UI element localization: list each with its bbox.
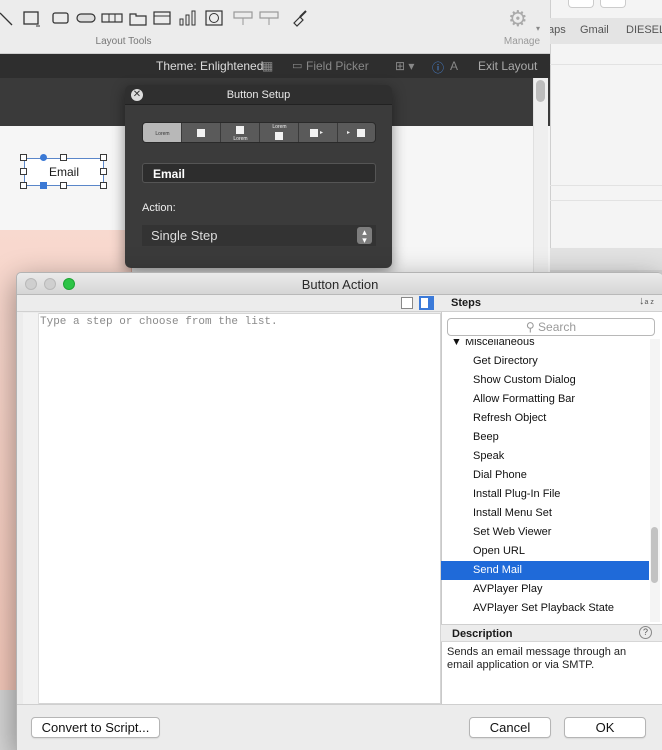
list-item[interactable]: Install Menu Set (441, 504, 649, 523)
resize-handle[interactable] (60, 182, 67, 189)
field-picker-label[interactable]: Field Picker (306, 59, 369, 73)
gear-icon[interactable]: ⚙ (508, 8, 534, 30)
list-item-selected[interactable]: Send Mail (441, 561, 649, 580)
manage-dropdown-arrow-icon[interactable]: ▾ (536, 24, 540, 33)
popover-button-tool-icon[interactable] (232, 9, 254, 27)
manage-label[interactable]: Manage (497, 36, 547, 47)
cancel-button[interactable]: Cancel (469, 717, 551, 738)
list-item[interactable]: Speak (441, 447, 649, 466)
resize-handle[interactable] (100, 182, 107, 189)
description-text: Sends an email message through an email … (447, 646, 627, 671)
field-picker-icon[interactable]: ▭ (292, 59, 302, 72)
segment-icon-left[interactable]: ▸ (299, 123, 338, 142)
resize-handle[interactable] (60, 154, 67, 161)
resize-handle[interactable] (20, 182, 27, 189)
browser-footer (550, 248, 662, 270)
list-item[interactable]: Allow Formatting Bar (441, 390, 649, 409)
convert-to-script-button[interactable]: Convert to Script... (31, 717, 160, 738)
list-item[interactable]: Dial Phone (441, 466, 649, 485)
list-item[interactable]: Open URL (441, 542, 649, 561)
rectangle-tool-icon[interactable] (22, 9, 40, 27)
disclosure-triangle-icon[interactable]: ▼ (451, 339, 462, 348)
list-item[interactable]: Install Plug-In File (441, 485, 649, 504)
browser-divider (550, 64, 662, 65)
resize-handle[interactable] (20, 168, 27, 175)
close-icon[interactable]: ✕ (131, 89, 143, 101)
steps-list[interactable]: ▼ Miscellaneous Get Directory Show Custo… (441, 339, 649, 622)
segment-icon-top-label[interactable]: Lorem (221, 123, 260, 142)
browser-top-buttons (568, 0, 638, 10)
chevron-up-down-icon[interactable]: ▴ ▾ (357, 227, 372, 245)
label-icon-position-control[interactable]: Lorem Lorem Lorem ▸ ▸ (142, 122, 376, 143)
help-icon[interactable]: ? (639, 626, 652, 639)
list-item[interactable]: Show Custom Dialog (441, 371, 649, 390)
search-placeholder: Search (538, 320, 577, 334)
resize-handle[interactable] (100, 168, 107, 175)
category-label: Miscellaneous (464, 339, 535, 348)
button-setup-title: Button Setup (226, 89, 291, 101)
steps-scrollbar-thumb[interactable] (651, 527, 658, 583)
font-size-icon[interactable]: A (450, 59, 458, 73)
steps-title: Steps (451, 297, 481, 309)
browser-tab[interactable]: DIESEL (626, 24, 662, 36)
rounded-rectangle-tool-icon[interactable] (51, 9, 71, 27)
button-name-field[interactable]: Email (142, 163, 376, 183)
portal-tool-icon[interactable] (258, 9, 280, 27)
browser-tab[interactable]: aps (548, 24, 566, 36)
list-item[interactable]: Get Directory (441, 352, 649, 371)
layout-tools-label: Layout Tools (95, 36, 152, 47)
button-bar-tool-icon[interactable] (101, 9, 123, 27)
action-select[interactable]: Single Step (142, 225, 376, 246)
description-title: Description (452, 628, 513, 640)
browser-divider (550, 200, 662, 201)
steps-search-input[interactable]: ⚲ Search (447, 318, 655, 336)
sort-icon[interactable]: ↓a z (639, 295, 654, 307)
canvas-scrollbar-thumb[interactable] (536, 80, 545, 102)
layout-status-bar: Theme: Enlightened ▦ ▭ Field Picker ⊞ ▾ … (0, 54, 550, 78)
ok-button[interactable]: OK (564, 717, 646, 738)
browser-tab[interactable]: Gmail (580, 24, 609, 36)
script-toolstrip (17, 295, 441, 312)
list-item[interactable]: Refresh Object (441, 409, 649, 428)
browser-divider (550, 185, 662, 186)
segment-icon-only[interactable] (182, 123, 221, 142)
exit-layout-button[interactable]: Exit Layout (478, 59, 537, 73)
info-icon[interactable]: ⓘ (432, 59, 444, 76)
show-steps-panel-icon[interactable] (419, 296, 434, 310)
button-action-dialog: Button Action Type a step or choose from… (16, 272, 662, 750)
button-setup-popover: Button Setup ✕ Lorem Lorem Lorem ▸ ▸ Ema… (125, 85, 392, 268)
script-gutter (23, 313, 39, 704)
theme-label[interactable]: Theme: Enlightened (156, 59, 263, 73)
tab-control-tool-icon[interactable] (128, 9, 148, 27)
format-painter-icon[interactable] (290, 9, 310, 27)
browser-tab-bar: aps Gmail DIESEL (548, 18, 662, 44)
web-viewer-tool-icon[interactable] (204, 9, 224, 27)
script-editor-area[interactable] (23, 313, 441, 704)
slide-control-tool-icon[interactable] (152, 9, 172, 27)
oval-button-tool-icon[interactable] (76, 9, 96, 27)
list-item[interactable]: Set Web Viewer (441, 523, 649, 542)
search-icon: ⚲ (525, 320, 535, 334)
line-tool-icon[interactable] (0, 9, 14, 27)
button-action-title: Button Action (301, 277, 379, 292)
list-item[interactable]: Beep (441, 428, 649, 447)
list-item[interactable]: AVPlayer Play (441, 580, 649, 599)
duplicate-icon[interactable] (401, 297, 413, 309)
segment-label-top-icon[interactable]: Lorem (260, 123, 299, 142)
segment-label-only[interactable]: Lorem (143, 123, 182, 142)
resize-handle[interactable] (100, 154, 107, 161)
segment-icon-right[interactable]: ▸ (338, 123, 375, 142)
list-item[interactable]: AVPlayer Set Playback State (441, 599, 649, 618)
list-item[interactable]: ▼ Miscellaneous (441, 339, 649, 352)
theme-icon[interactable]: ▦ (262, 59, 273, 73)
resize-handle[interactable] (40, 154, 47, 161)
script-step-placeholder[interactable]: Type a step or choose from the list. (40, 316, 278, 328)
grid-dropdown-icon[interactable]: ⊞ ▾ (395, 59, 414, 73)
resize-handle[interactable] (20, 154, 27, 161)
resize-handle[interactable] (40, 182, 47, 189)
chart-tool-icon[interactable] (178, 9, 198, 27)
action-label: Action: (142, 202, 176, 214)
